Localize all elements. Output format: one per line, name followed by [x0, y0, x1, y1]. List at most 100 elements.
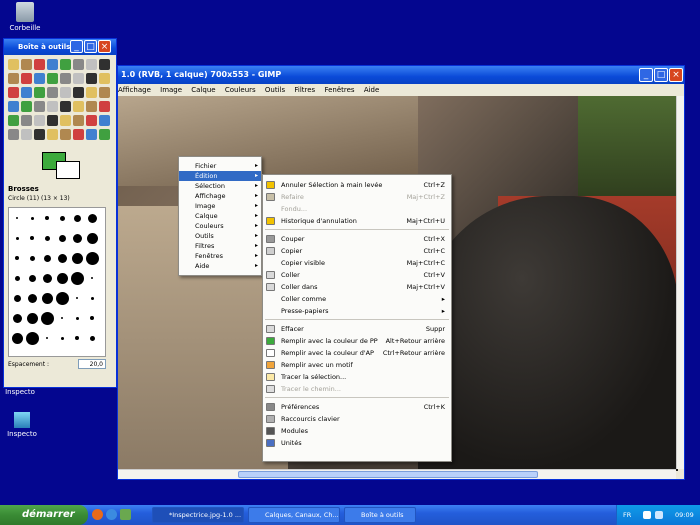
- menu-calque[interactable]: Calque: [191, 86, 215, 94]
- tool-icon[interactable]: [86, 59, 97, 70]
- context-menu-item[interactable]: Outils ▸: [179, 231, 261, 241]
- brush-preset[interactable]: [60, 336, 64, 340]
- edit-menu-item[interactable]: Refaire Maj+Ctrl+Z: [263, 191, 451, 203]
- tool-icon[interactable]: [47, 73, 58, 84]
- tool-icon[interactable]: [47, 59, 58, 70]
- desktop-icon-inspecto-2[interactable]: Inspecto: [0, 412, 44, 438]
- context-menu-item[interactable]: Sélection ▸: [179, 181, 261, 191]
- edit-menu-item[interactable]: Copier visible Maj+Ctrl+C: [263, 257, 451, 269]
- tool-icon[interactable]: [47, 129, 58, 140]
- background-color-swatch[interactable]: [56, 161, 80, 179]
- edit-menu-item[interactable]: Tracer la sélection...: [263, 371, 451, 383]
- volume-icon[interactable]: [655, 511, 663, 519]
- minimize-button[interactable]: _: [639, 68, 653, 82]
- desktop-icon[interactable]: [120, 509, 131, 520]
- brush-preset[interactable]: [42, 273, 52, 283]
- brush-preset[interactable]: [13, 294, 21, 302]
- tool-icon[interactable]: [73, 101, 84, 112]
- maximize-button[interactable]: □: [654, 68, 668, 82]
- tool-icon[interactable]: [47, 87, 58, 98]
- tool-icon[interactable]: [73, 73, 84, 84]
- context-menu-item[interactable]: Couleurs ▸: [179, 221, 261, 231]
- browser-icon[interactable]: [106, 509, 117, 520]
- brush-preset[interactable]: [30, 236, 34, 240]
- tool-icon[interactable]: [86, 73, 97, 84]
- edit-menu-item[interactable]: Modules: [263, 425, 451, 437]
- brush-preset[interactable]: [16, 217, 18, 219]
- brush-preset[interactable]: [86, 232, 98, 244]
- brush-preset[interactable]: [11, 332, 23, 344]
- brush-preset[interactable]: [15, 256, 19, 260]
- brush-preset[interactable]: [40, 311, 54, 325]
- brush-preset[interactable]: [61, 317, 63, 319]
- menu-fenetres[interactable]: Fenêtres: [324, 86, 354, 94]
- tool-icon[interactable]: [73, 129, 84, 140]
- vertical-scrollbar[interactable]: [676, 96, 684, 469]
- tool-icon[interactable]: [8, 73, 19, 84]
- brush-preset[interactable]: [71, 252, 83, 264]
- brush-grid[interactable]: [8, 207, 106, 357]
- menu-image[interactable]: Image: [160, 86, 182, 94]
- brush-preset[interactable]: [75, 336, 79, 340]
- tool-icon[interactable]: [60, 115, 71, 126]
- brush-preset[interactable]: [15, 236, 19, 240]
- context-menu-item[interactable]: Affichage ▸: [179, 191, 261, 201]
- tool-icon[interactable]: [86, 101, 97, 112]
- horizontal-scroll-thumb[interactable]: [238, 471, 538, 478]
- brush-preset[interactable]: [85, 251, 99, 265]
- tray-icon[interactable]: [643, 511, 651, 519]
- tool-icon[interactable]: [34, 87, 45, 98]
- brush-preset[interactable]: [26, 312, 38, 324]
- tool-icon[interactable]: [34, 129, 45, 140]
- tool-icon[interactable]: [8, 101, 19, 112]
- tool-icon[interactable]: [86, 129, 97, 140]
- brush-preset[interactable]: [57, 253, 67, 263]
- recycle-bin-icon[interactable]: Corbeille: [0, 2, 50, 32]
- gimp-title-bar[interactable]: 1.0 (RVB, 1 calque) 700x553 - GIMP: [118, 66, 684, 84]
- tool-icon[interactable]: [8, 59, 19, 70]
- edit-menu-item[interactable]: Remplir avec un motif: [263, 359, 451, 371]
- edit-menu-item[interactable]: Raccourcis clavier: [263, 413, 451, 425]
- brush-preset[interactable]: [28, 274, 36, 282]
- context-menu-item[interactable]: Fenêtres ▸: [179, 251, 261, 261]
- tool-icon[interactable]: [99, 87, 110, 98]
- tool-icon[interactable]: [73, 59, 84, 70]
- toolbox-maximize-button[interactable]: □: [84, 40, 97, 53]
- tool-icon[interactable]: [60, 101, 71, 112]
- edit-menu-item[interactable]: Presse-papiers ▸: [263, 305, 451, 317]
- context-menu-item[interactable]: Édition ▸: [179, 171, 261, 181]
- firefox-icon[interactable]: [92, 509, 103, 520]
- tool-icon[interactable]: [99, 101, 110, 112]
- tool-icon[interactable]: [60, 73, 71, 84]
- context-menu-item[interactable]: Aide ▸: [179, 261, 261, 271]
- brush-preset[interactable]: [89, 335, 95, 341]
- brush-preset[interactable]: [59, 215, 65, 221]
- brush-preset[interactable]: [30, 216, 34, 220]
- tool-icon[interactable]: [99, 73, 110, 84]
- brush-preset[interactable]: [14, 275, 20, 281]
- tool-icon[interactable]: [60, 87, 71, 98]
- edit-menu-item[interactable]: Tracer le chemin...: [263, 383, 451, 395]
- tool-icon[interactable]: [60, 59, 71, 70]
- tool-icon[interactable]: [8, 87, 19, 98]
- tool-icon[interactable]: [99, 129, 110, 140]
- brush-preset[interactable]: [90, 296, 94, 300]
- edit-menu-item[interactable]: Effacer Suppr: [263, 323, 451, 335]
- brush-preset[interactable]: [29, 255, 35, 261]
- task-gimp-image[interactable]: *Inspectrice.jpg-1.0 ...: [152, 507, 244, 523]
- tool-icon[interactable]: [86, 115, 97, 126]
- tool-icon[interactable]: [21, 59, 32, 70]
- tool-icon[interactable]: [34, 115, 45, 126]
- brush-preset[interactable]: [25, 331, 39, 345]
- edit-menu-item[interactable]: Coller Ctrl+V: [263, 269, 451, 281]
- menu-filtres[interactable]: Filtres: [294, 86, 315, 94]
- tool-icon[interactable]: [8, 115, 19, 126]
- tool-icon[interactable]: [73, 115, 84, 126]
- tool-icon[interactable]: [34, 59, 45, 70]
- brush-preset[interactable]: [87, 213, 97, 223]
- tool-icon[interactable]: [21, 115, 32, 126]
- tool-icon[interactable]: [60, 129, 71, 140]
- tool-icon[interactable]: [34, 73, 45, 84]
- edit-menu-item[interactable]: Couper Ctrl+X: [263, 233, 451, 245]
- toolbox-minimize-button[interactable]: _: [70, 40, 83, 53]
